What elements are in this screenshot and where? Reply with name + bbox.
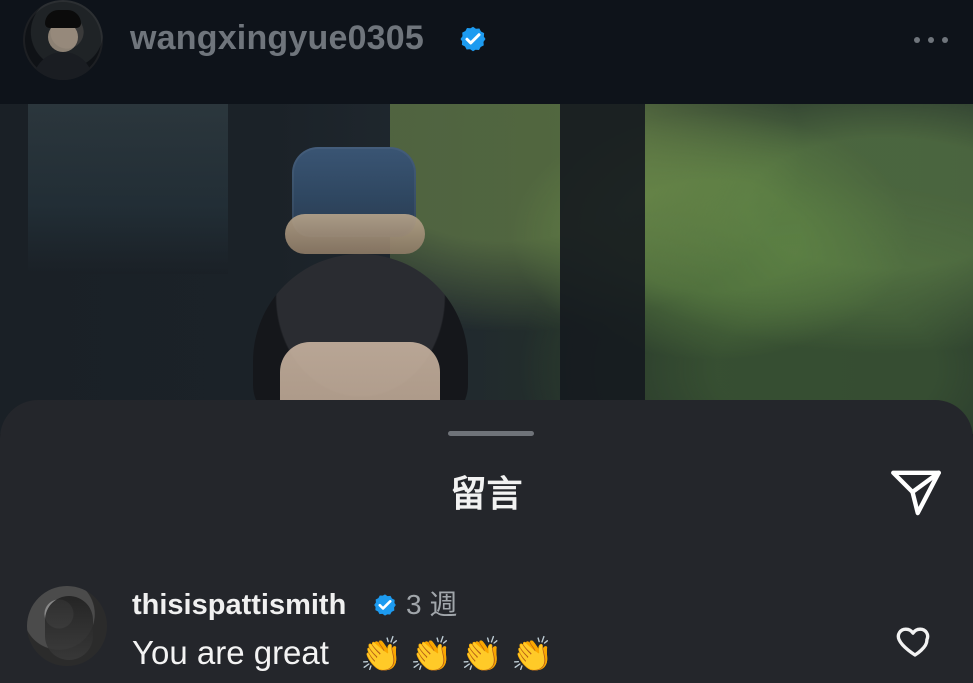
send-icon[interactable]	[885, 464, 947, 520]
clap-emoji: 👏	[410, 636, 453, 674]
verified-badge-icon	[374, 594, 396, 616]
background-window	[28, 104, 228, 274]
more-dot	[928, 37, 934, 43]
comment-text: You are great	[132, 634, 329, 671]
post-header: wangxingyue0305	[0, 0, 973, 104]
profile-avatar[interactable]	[23, 0, 103, 80]
commenter-avatar[interactable]	[27, 586, 107, 666]
more-dot	[914, 37, 920, 43]
avatar-hair	[45, 10, 81, 28]
clap-emoji: 👏	[360, 636, 403, 674]
heart-icon[interactable]	[893, 620, 937, 660]
clap-emoji: 👏	[511, 636, 554, 674]
more-icon[interactable]	[910, 35, 952, 45]
clap-emoji: 👏	[460, 636, 504, 674]
headpiece-band	[285, 214, 425, 254]
comment-item: thisispattismith 3 週 You are great 👏 👏 👏…	[0, 576, 973, 683]
post-image	[0, 104, 973, 434]
sheet-drag-handle[interactable]	[448, 431, 534, 436]
background-pillar	[560, 104, 645, 434]
commenter-avatar-hair	[45, 596, 93, 660]
verified-badge-icon	[460, 26, 486, 52]
more-dot	[942, 37, 948, 43]
sheet-title: 留言	[450, 473, 523, 514]
post-username[interactable]: wangxingyue0305	[130, 18, 424, 58]
commenter-username[interactable]: thisispattismith	[132, 586, 346, 624]
avatar-shoulder	[33, 52, 93, 80]
comments-sheet: 留言 thisispattismith 3 週 You are great 👏 …	[0, 400, 973, 683]
comment-emojis: 👏 👏 👏 👏	[360, 634, 553, 676]
comment-time: 3 週	[406, 589, 458, 620]
background-foliage	[390, 104, 973, 434]
